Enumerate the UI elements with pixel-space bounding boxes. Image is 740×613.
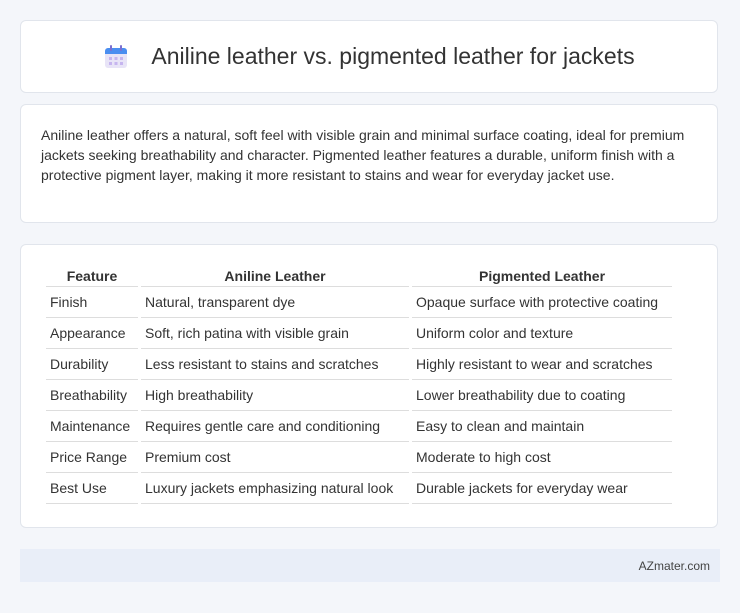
feature-cell: Durability [46,349,138,380]
feature-cell: Price Range [46,442,138,473]
table-row: Durability Less resistant to stains and … [46,349,672,380]
footer-brand: AZmater.com [638,558,710,573]
pigmented-cell: Highly resistant to wear and scratches [412,349,672,380]
aniline-cell: Premium cost [141,442,409,473]
aniline-cell: High breathability [141,380,409,411]
calendar-icon [105,44,128,68]
comparison-table: Feature Aniline Leather Pigmented Leathe… [43,265,675,504]
aniline-cell: Natural, transparent dye [141,287,409,318]
footer-bar: AZmater.com [20,549,720,582]
summary-text: Aniline leather offers a natural, soft f… [41,127,685,183]
table-row: Appearance Soft, rich patina with visibl… [46,318,672,349]
summary-card: Aniline leather offers a natural, soft f… [20,104,718,223]
title-card: Aniline leather vs. pigmented leather fo… [20,20,718,93]
aniline-cell: Requires gentle care and conditioning [141,411,409,442]
table-row: Price Range Premium cost Moderate to hig… [46,442,672,473]
pigmented-cell: Opaque surface with protective coating [412,287,672,318]
feature-cell: Appearance [46,318,138,349]
feature-cell: Maintenance [46,411,138,442]
pigmented-cell: Easy to clean and maintain [412,411,672,442]
pigmented-cell: Moderate to high cost [412,442,672,473]
column-header-feature: Feature [46,265,138,287]
table-row: Best Use Luxury jackets emphasizing natu… [46,473,672,504]
feature-cell: Best Use [46,473,138,504]
pigmented-cell: Uniform color and texture [412,318,672,349]
aniline-cell: Less resistant to stains and scratches [141,349,409,380]
column-header-aniline: Aniline Leather [141,265,409,287]
comparison-card: Feature Aniline Leather Pigmented Leathe… [20,244,718,528]
page-title: Aniline leather vs. pigmented leather fo… [151,43,635,69]
column-header-pigmented: Pigmented Leather [412,265,672,287]
aniline-cell: Soft, rich patina with visible grain [141,318,409,349]
table-row: Maintenance Requires gentle care and con… [46,411,672,442]
table-row: Finish Natural, transparent dye Opaque s… [46,287,672,318]
aniline-cell: Luxury jackets emphasizing natural look [141,473,409,504]
feature-cell: Breathability [46,380,138,411]
table-header-row: Feature Aniline Leather Pigmented Leathe… [46,265,672,287]
pigmented-cell: Lower breathability due to coating [412,380,672,411]
table-row: Breathability High breathability Lower b… [46,380,672,411]
pigmented-cell: Durable jackets for everyday wear [412,473,672,504]
feature-cell: Finish [46,287,138,318]
